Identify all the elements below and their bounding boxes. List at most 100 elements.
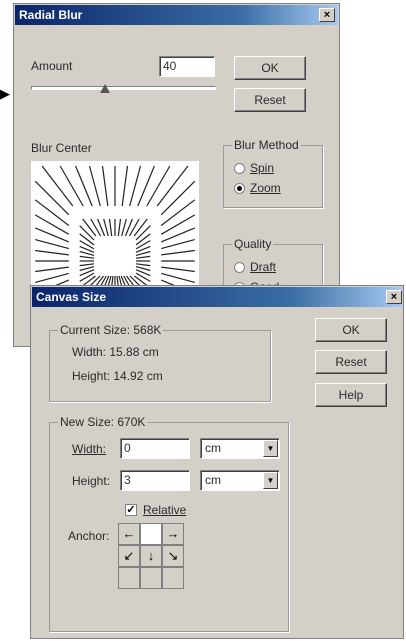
new-width-label-text: Width: bbox=[72, 442, 107, 456]
anchor-cell-ne[interactable]: → bbox=[162, 523, 184, 545]
canvas-size-dialog: Canvas Size × Current Size: 568K Width: … bbox=[30, 285, 404, 639]
anchor-label: Anchor: bbox=[68, 529, 110, 543]
zoom-ray bbox=[79, 255, 95, 259]
amount-slider-track[interactable] bbox=[31, 86, 216, 90]
anchor-cell-w[interactable]: ↙ bbox=[118, 545, 140, 567]
close-icon[interactable]: × bbox=[319, 8, 335, 22]
zoom-ray bbox=[161, 272, 195, 283]
chevron-down-icon[interactable]: ▼ bbox=[263, 440, 278, 457]
new-height-label: Height: bbox=[72, 474, 110, 488]
anchor-cell-s[interactable] bbox=[140, 567, 162, 589]
new-width-label: Width: bbox=[72, 442, 106, 456]
zoom-ray bbox=[135, 263, 151, 267]
amount-slider-thumb[interactable] bbox=[100, 84, 110, 93]
draft-text: Draft bbox=[250, 260, 277, 274]
canvas-reset-button[interactable]: Reset bbox=[315, 350, 387, 374]
zoom-ray bbox=[161, 249, 195, 256]
zoom-ray bbox=[108, 218, 113, 237]
chevron-down-icon[interactable]: ▼ bbox=[263, 472, 278, 489]
radial-blur-reset-button[interactable]: Reset bbox=[234, 88, 306, 112]
zoom-ray bbox=[160, 227, 196, 243]
height-unit-select[interactable]: cm ▼ bbox=[200, 470, 280, 491]
zoom-ray bbox=[117, 218, 122, 237]
zoom-radio[interactable] bbox=[234, 183, 245, 194]
zoom-ray bbox=[79, 266, 95, 272]
zoom-ray bbox=[59, 165, 84, 207]
zoom-ray bbox=[35, 249, 69, 256]
zoom-ray bbox=[135, 266, 151, 272]
relative-label-text: Relative bbox=[143, 503, 187, 517]
zoom-ray bbox=[161, 266, 195, 273]
zoom-ray bbox=[121, 218, 127, 237]
zoom-ray bbox=[137, 165, 155, 207]
zoom-ray bbox=[101, 165, 109, 207]
amount-label: Amount bbox=[31, 59, 72, 73]
zoom-ray bbox=[35, 239, 69, 250]
canvas-size-title: Canvas Size bbox=[36, 290, 107, 304]
anchor-cell-c[interactable]: ↓ bbox=[140, 545, 162, 567]
zoom-ray bbox=[129, 165, 142, 207]
zoom-ray bbox=[34, 214, 70, 235]
pointer-arrow-icon: ▶ bbox=[0, 86, 10, 101]
radial-blur-ok-button[interactable]: OK bbox=[234, 56, 306, 80]
zoom-ray bbox=[135, 250, 151, 256]
zoom-ray bbox=[146, 165, 171, 207]
zoom-ray bbox=[135, 225, 151, 241]
zoom-ray bbox=[34, 180, 70, 216]
anchor-grid: ← → ↙ ↓ ↘ bbox=[118, 523, 184, 589]
draft-label: Draft bbox=[250, 260, 276, 274]
height-unit-value: cm bbox=[205, 473, 221, 487]
relative-checkbox[interactable]: ✓ bbox=[125, 504, 137, 516]
zoom-ray bbox=[75, 165, 93, 207]
zoom-ray bbox=[160, 214, 196, 235]
zoom-ray bbox=[121, 165, 129, 207]
blur-center-label: Blur Center bbox=[31, 141, 92, 155]
close-icon[interactable]: × bbox=[386, 290, 402, 304]
canvas-help-button[interactable]: Help bbox=[315, 383, 387, 407]
canvas-ok-button[interactable]: OK bbox=[315, 318, 387, 342]
new-width-input[interactable]: 0 bbox=[120, 438, 190, 459]
current-size-label: Current Size: 568K bbox=[58, 323, 164, 337]
anchor-cell-se[interactable] bbox=[162, 567, 184, 589]
quality-label: Quality bbox=[232, 237, 274, 251]
zoom-ray bbox=[79, 233, 95, 246]
new-size-group: New Size: 670K Width: 0 cm ▼ Height: 3 c… bbox=[49, 415, 289, 632]
zoom-ray bbox=[82, 218, 97, 237]
spin-label: Spin bbox=[250, 161, 274, 175]
zoom-ray bbox=[79, 225, 95, 241]
zoom-ray bbox=[34, 199, 70, 226]
zoom-ray bbox=[35, 266, 69, 273]
width-unit-select[interactable]: cm ▼ bbox=[200, 438, 280, 459]
amount-label-text: Amount bbox=[31, 59, 73, 73]
zoom-text: Zoom bbox=[250, 181, 281, 195]
radial-blur-title: Radial Blur bbox=[19, 8, 83, 22]
spin-text: Spin bbox=[250, 161, 275, 175]
new-height-input[interactable]: 3 bbox=[120, 470, 190, 491]
width-unit-value: cm bbox=[205, 441, 221, 455]
zoom-ray bbox=[135, 233, 151, 246]
zoom-ray bbox=[34, 227, 70, 243]
radial-blur-titlebar[interactable]: Radial Blur bbox=[15, 5, 338, 25]
anchor-cell-n[interactable] bbox=[140, 523, 162, 545]
zoom-ray bbox=[156, 165, 189, 207]
zoom-label: Zoom bbox=[250, 181, 281, 195]
zoom-ray bbox=[160, 180, 196, 216]
new-height-label-text: Height: bbox=[72, 474, 111, 488]
current-width-text: Width: 15.88 cm bbox=[72, 345, 159, 359]
canvas-size-titlebar[interactable]: Canvas Size bbox=[32, 287, 402, 307]
new-size-label: New Size: 670K bbox=[58, 415, 148, 429]
draft-radio[interactable] bbox=[234, 262, 245, 273]
anchor-cell-e[interactable]: ↘ bbox=[162, 545, 184, 567]
zoom-ray bbox=[135, 255, 151, 259]
blur-method-label: Blur Method bbox=[232, 138, 301, 152]
anchor-cell-sw[interactable] bbox=[118, 567, 140, 589]
spin-radio[interactable] bbox=[234, 163, 245, 174]
relative-label: Relative bbox=[143, 503, 186, 517]
current-size-group: Current Size: 568K Width: 15.88 cm Heigh… bbox=[49, 323, 271, 402]
current-height-text: Height: 14.92 cm bbox=[72, 369, 163, 383]
zoom-ray bbox=[160, 199, 196, 226]
zoom-ray bbox=[79, 250, 95, 256]
anchor-cell-nw[interactable]: ← bbox=[118, 523, 140, 545]
zoom-ray bbox=[79, 263, 95, 267]
amount-input[interactable]: 40 bbox=[159, 56, 215, 77]
